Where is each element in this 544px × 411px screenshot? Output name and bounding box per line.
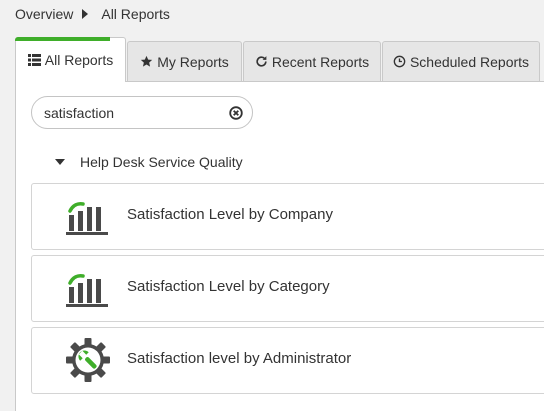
active-tab-accent [15,37,110,41]
report-title: Satisfaction Level by Category [127,278,330,295]
tab-recent-reports[interactable]: Recent Reports [243,41,381,81]
tab-my-reports[interactable]: My Reports [127,41,242,81]
group-title: Help Desk Service Quality [80,154,243,170]
star-icon [140,55,153,68]
group-header[interactable]: Help Desk Service Quality [55,153,243,171]
breadcrumb-current: All Reports [101,6,170,22]
breadcrumb-overview-link[interactable]: Overview [15,6,73,22]
satisfaction-chart-icon [65,198,111,238]
tab-scheduled-reports-label: Scheduled Reports [409,53,530,70]
tab-my-reports-label: My Reports [157,53,229,70]
report-title: Satisfaction Level by Company [127,206,333,223]
tab-all-reports[interactable]: All Reports [15,37,126,82]
breadcrumb: Overview All Reports [15,5,170,23]
tab-recent-reports-label: Recent Reports [271,53,370,70]
refresh-icon [255,55,268,68]
clear-search-icon[interactable] [229,106,243,120]
report-item-satisfaction-by-administrator[interactable]: Satisfaction level by Administrator [31,327,544,394]
caret-down-icon [55,159,65,165]
clock-icon [393,55,406,68]
list-icon [27,54,41,66]
search-box [31,96,253,129]
report-item-satisfaction-by-company[interactable]: Satisfaction Level by Company [31,183,544,250]
report-item-satisfaction-by-category[interactable]: Satisfaction Level by Category [31,255,544,322]
search-input[interactable] [44,104,214,121]
satisfaction-chart-icon [65,270,111,310]
tab-scheduled-reports[interactable]: Scheduled Reports [382,41,540,81]
breadcrumb-separator-icon [82,9,89,19]
report-title: Satisfaction level by Administrator [127,350,352,367]
tab-all-reports-label: All Reports [44,52,114,68]
gear-wrench-icon [65,338,111,382]
